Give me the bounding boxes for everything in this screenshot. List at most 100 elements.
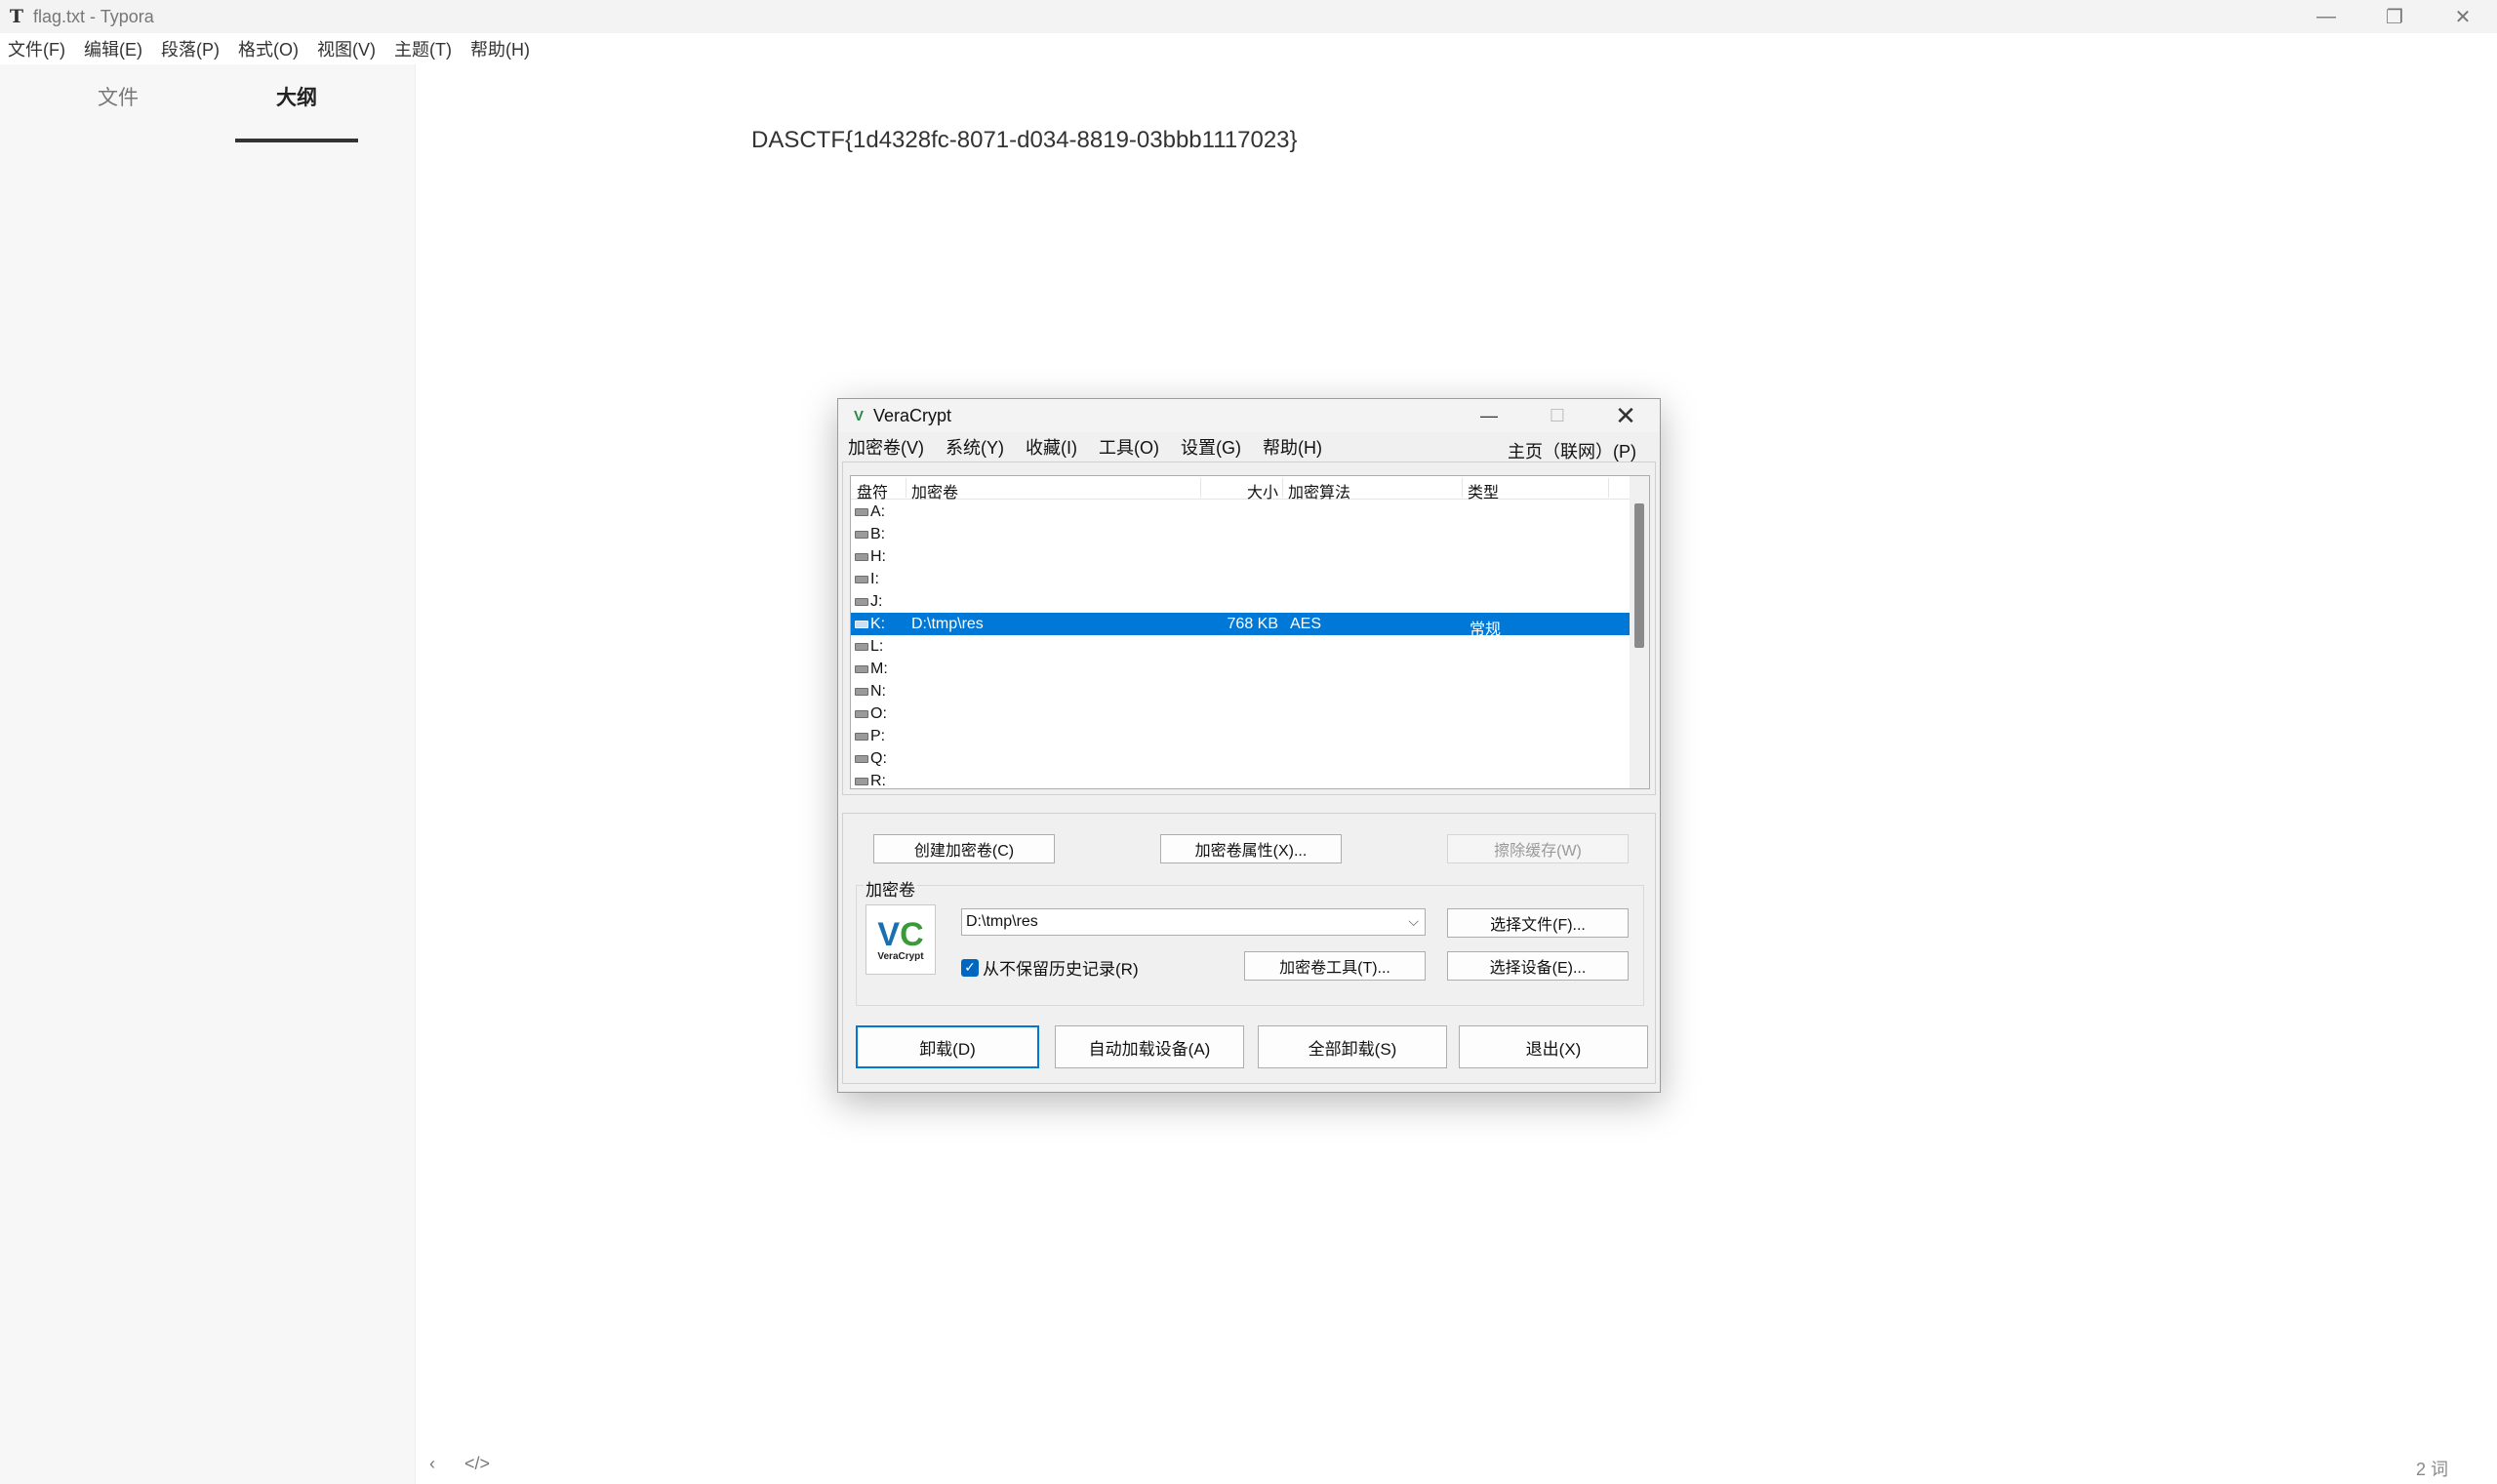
minimize-icon[interactable]: — <box>1455 399 1523 432</box>
drive-letter: K: <box>870 616 886 632</box>
drive-letter: N: <box>870 683 886 700</box>
vc-logo-word: VeraCrypt <box>877 950 924 962</box>
col-algorithm[interactable]: 加密算法 <box>1288 479 1350 502</box>
table-row[interactable]: I: <box>851 568 1631 590</box>
exit-button[interactable]: 退出(X) <box>1459 1025 1648 1068</box>
create-volume-button[interactable]: 创建加密卷(C) <box>873 834 1055 863</box>
table-row[interactable]: A: <box>851 501 1631 523</box>
table-row[interactable]: K: D:\tmp\res 768 KB AES 常规 <box>851 613 1631 638</box>
drive-letter: Q: <box>870 750 887 767</box>
window-controls: — ❐ ✕ <box>2292 0 2497 33</box>
minimize-icon[interactable]: — <box>2292 0 2360 33</box>
table-row[interactable]: L: <box>851 635 1631 658</box>
vc-menu-favorites[interactable]: 收藏(I) <box>1026 434 1077 460</box>
veracrypt-window-controls: — ☐ ✕ <box>1455 399 1660 432</box>
drive-icon <box>855 778 868 785</box>
drive-cell: H: <box>855 548 886 566</box>
scrollbar-thumb[interactable] <box>1634 503 1644 648</box>
never-save-history-label[interactable]: 从不保留历史记录(R) <box>983 955 1139 980</box>
table-row[interactable]: O: <box>851 702 1631 725</box>
menu-file[interactable]: 文件(F) <box>8 36 65 61</box>
typora-app-icon: T <box>9 6 24 27</box>
vc-menu-help[interactable]: 帮助(H) <box>1263 434 1322 460</box>
drive-letter: P: <box>870 728 886 744</box>
volume-properties-button[interactable]: 加密卷属性(X)... <box>1160 834 1342 863</box>
col-volume[interactable]: 加密卷 <box>911 479 958 502</box>
drive-icon <box>855 665 868 673</box>
never-save-history-checkbox[interactable]: ✓ 从不保留历史记录(R) <box>961 955 1139 980</box>
table-row[interactable]: H: <box>851 545 1631 568</box>
close-icon[interactable]: ✕ <box>1591 399 1660 432</box>
menu-bar: 文件(F) 编辑(E) 段落(P) 格式(O) 视图(V) 主题(T) 帮助(H… <box>0 33 2497 64</box>
menu-format[interactable]: 格式(O) <box>238 36 299 61</box>
drive-icon <box>855 531 868 539</box>
menu-theme[interactable]: 主题(T) <box>394 36 452 61</box>
drive-icon <box>855 553 868 561</box>
col-drive[interactable]: 盘符 <box>857 479 888 502</box>
menu-help[interactable]: 帮助(H) <box>470 36 530 61</box>
document-content[interactable]: DASCTF{1d4328fc-8071-d034-8819-03bbb1117… <box>751 127 1298 154</box>
drive-icon <box>855 643 868 651</box>
size-cell: 768 KB <box>1227 616 1278 632</box>
drive-letter: M: <box>870 661 888 677</box>
drive-list-header: 盘符 加密卷 大小 加密算法 类型 <box>851 476 1631 502</box>
vc-menu-settings[interactable]: 设置(G) <box>1181 434 1241 460</box>
chevron-left-icon[interactable]: ‹ <box>429 1454 435 1474</box>
vc-menu-system[interactable]: 系统(Y) <box>946 434 1004 460</box>
restore-icon[interactable]: ❐ <box>2360 0 2429 33</box>
veracrypt-window: V VeraCrypt — ☐ ✕ 加密卷(V) 系统(Y) 收藏(I) 工具(… <box>837 398 1661 1093</box>
menu-view[interactable]: 视图(V) <box>317 36 376 61</box>
vc-menu-tools[interactable]: 工具(O) <box>1099 434 1159 460</box>
table-row[interactable]: R: <box>851 770 1631 789</box>
table-row[interactable]: N: <box>851 680 1631 702</box>
table-row[interactable]: P: <box>851 725 1631 747</box>
chevron-down-icon[interactable]: ⌵ <box>1408 913 1419 930</box>
volume-path-value: D:\tmp\res <box>966 913 1038 930</box>
volume-tools-button[interactable]: 加密卷工具(T)... <box>1244 951 1426 981</box>
select-file-button[interactable]: 选择文件(F)... <box>1447 908 1629 938</box>
drive-cell: R: <box>855 773 886 789</box>
dismount-button[interactable]: 卸载(D) <box>856 1025 1039 1068</box>
status-bar-left: ‹ </> <box>429 1454 490 1474</box>
drive-letter: H: <box>870 548 886 565</box>
volume-path-combobox[interactable]: D:\tmp\res ⌵ <box>961 908 1426 936</box>
tab-files[interactable]: 文件 <box>57 82 180 111</box>
drive-cell: I: <box>855 571 879 588</box>
checkmark-icon[interactable]: ✓ <box>961 958 979 977</box>
drive-icon <box>855 598 868 606</box>
veracrypt-logo: VC VeraCrypt <box>866 904 936 975</box>
select-device-button[interactable]: 选择设备(E)... <box>1447 951 1629 981</box>
drive-letter: R: <box>870 773 886 789</box>
maximize-icon: ☐ <box>1549 405 1566 425</box>
table-row[interactable]: J: <box>851 590 1631 613</box>
drive-cell: B: <box>855 526 885 543</box>
col-type[interactable]: 类型 <box>1468 479 1499 502</box>
wipe-cache-button: 擦除缓存(W) <box>1447 834 1629 863</box>
volume-cell: D:\tmp\res <box>911 616 984 632</box>
word-count[interactable]: 2 词 <box>2416 1456 2448 1481</box>
table-row[interactable]: Q: <box>851 747 1631 770</box>
volume-group <box>856 885 1644 1006</box>
col-size[interactable]: 大小 <box>1243 479 1278 502</box>
code-icon[interactable]: </> <box>464 1454 490 1474</box>
drive-list[interactable]: 盘符 加密卷 大小 加密算法 类型 A: B: H: I: J: K: D:\tmp\res… <box>850 475 1650 789</box>
veracrypt-logo-icon: V <box>853 407 864 424</box>
table-row[interactable]: B: <box>851 523 1631 545</box>
drive-icon <box>855 710 868 718</box>
vc-menu-volumes[interactable]: 加密卷(V) <box>848 434 924 460</box>
drive-letter: A: <box>870 503 886 520</box>
dismount-all-button[interactable]: 全部卸载(S) <box>1258 1025 1447 1068</box>
menu-paragraph[interactable]: 段落(P) <box>161 36 220 61</box>
close-icon[interactable]: ✕ <box>2429 0 2497 33</box>
drive-icon <box>855 688 868 696</box>
vc-menu-homepage[interactable]: 主页（联网）(P) <box>1508 438 1636 463</box>
menu-edit[interactable]: 编辑(E) <box>84 36 142 61</box>
drive-list-scrollbar[interactable] <box>1630 476 1649 788</box>
drive-icon <box>855 755 868 763</box>
tab-outline[interactable]: 大纲 <box>235 82 358 111</box>
auto-mount-devices-button[interactable]: 自动加载设备(A) <box>1055 1025 1244 1068</box>
drive-icon <box>855 621 868 628</box>
table-row[interactable]: M: <box>851 658 1631 680</box>
drive-cell: L: <box>855 638 883 656</box>
sidebar: 文件 大纲 <box>0 64 416 1484</box>
